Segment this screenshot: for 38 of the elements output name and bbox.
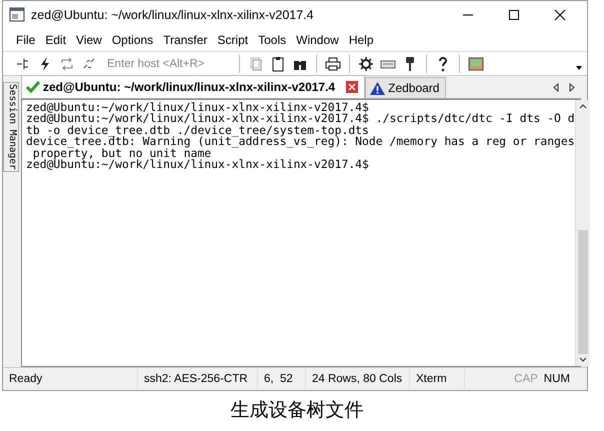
close-tab-icon[interactable] [346,81,358,93]
menu-item[interactable]: Help [344,33,378,47]
session-tab[interactable]: Zedboard [365,77,446,98]
terminal-output: zed@Ubuntu:~/work/linux/linux-xlnx-xilinx-v2017.4$ zed@Ubuntu:~/work/linux/linux-xlnx-xilinx-v2017.4$ ./scripts/dtc/dtc -I dts -O d tb -o device_tree.dtb ./device_tree/system-top.dts device_tree.dtb: Warning (unit_address_vs_reg): Node /memory has a reg or ranges property, but no unit name zed@Ubuntu:~/work/linux/linux-xlnx-xilinx-v2017.4$ [25,100,575,174]
menu-item[interactable]: File [11,33,40,47]
clipboard-icon[interactable] [270,56,286,72]
status-field: Xterm [410,369,465,389]
status-field: 24 Rows, 80 Cols [306,369,410,389]
settings-icon[interactable] [358,56,374,72]
scrollbar[interactable] [574,100,590,366]
menu-item[interactable]: Edit [40,33,72,47]
key-indicator: CAP [513,372,539,387]
host-field[interactable]: Enter host <Alt+R> [103,58,231,70]
previous-tab-icon[interactable] [553,83,559,92]
scrollbar-thumb[interactable] [578,230,588,354]
menu-item[interactable]: View [71,33,107,47]
session-tab[interactable]: zed@Ubuntu: ~/work/linux/linux-xlnx-xilinx-v2017.4 [21,75,366,98]
menu-item[interactable]: Transfer [158,33,212,47]
warning-icon [370,82,386,94]
dropdown-icon[interactable] [575,64,583,72]
key-indicator: NUM [542,372,571,387]
menu-item[interactable]: Options [106,33,158,47]
window-title: zed@Ubuntu: ~/work/linux/linux-xlnx-xilinx-v2017.4 [31,8,315,22]
session-manager-tab[interactable]: Session Manager [3,82,19,172]
reconnect-icon[interactable] [59,56,75,72]
print-icon[interactable] [325,56,341,72]
copy-icon[interactable] [248,56,264,72]
status-field: ssh2: AES-256-CTR [138,369,258,389]
caption: 生成设备树文件 [230,398,364,423]
window-icon[interactable] [468,56,484,72]
next-tab-icon[interactable] [569,83,575,92]
status-field: Ready [3,369,138,389]
status-field: 6, 52 [258,369,306,389]
menu-item[interactable]: Window [291,33,344,47]
checkmark-icon [26,81,40,93]
menu-item[interactable]: Script [212,33,254,47]
app-icon [9,7,25,23]
menu-item[interactable]: Tools [253,33,292,47]
